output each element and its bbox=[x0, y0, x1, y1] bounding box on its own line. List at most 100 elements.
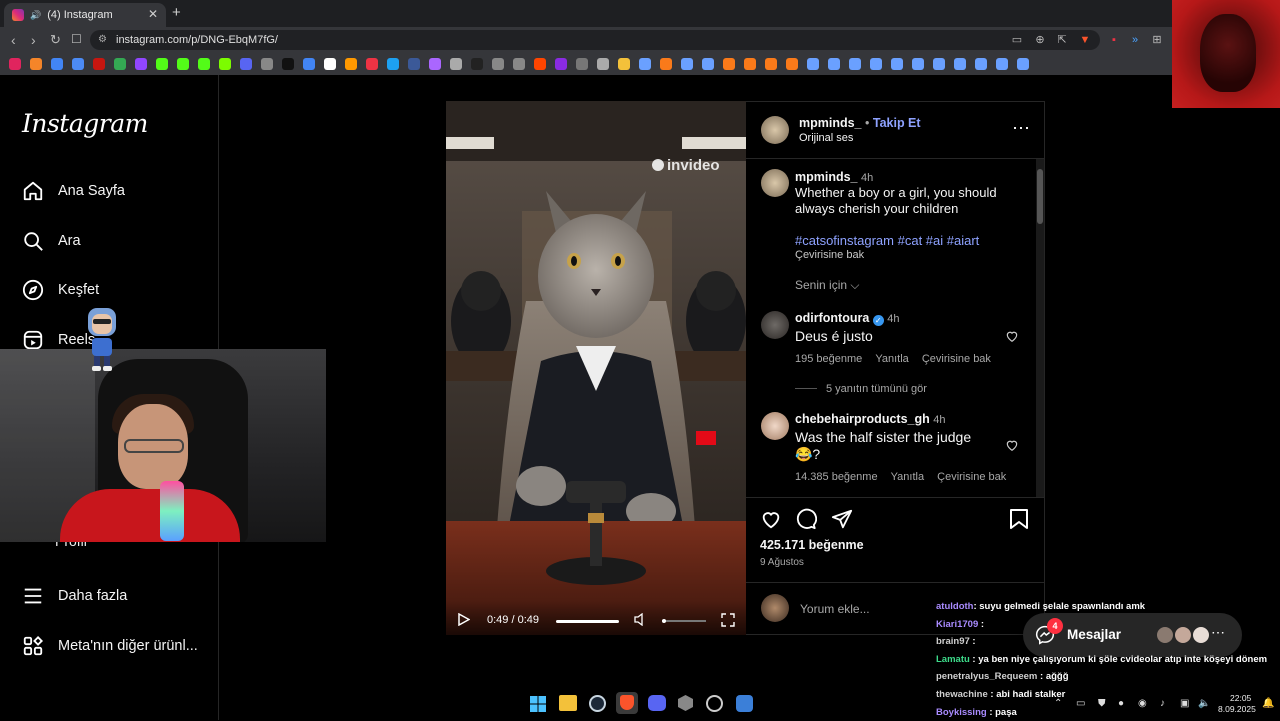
share-icon[interactable]: ⇱ bbox=[1055, 33, 1069, 47]
zoom-icon[interactable]: ⊕ bbox=[1033, 33, 1047, 47]
bookmark-favicon-icon[interactable] bbox=[534, 58, 546, 70]
back-icon[interactable]: ‹ bbox=[11, 32, 16, 48]
bookmark-favicon-icon[interactable] bbox=[681, 58, 693, 70]
comment-translate[interactable]: Çevirisine bak bbox=[937, 471, 1006, 483]
bookmark-favicon-icon[interactable] bbox=[345, 58, 357, 70]
bookmark-favicon-icon[interactable] bbox=[786, 58, 798, 70]
windows-start-icon[interactable] bbox=[530, 696, 546, 712]
comments-scrollbar[interactable] bbox=[1036, 159, 1044, 497]
bookmark-favicon-icon[interactable] bbox=[324, 58, 336, 70]
sort-dropdown[interactable]: Senin için ⌵ bbox=[795, 278, 859, 293]
bookmark-favicon-icon[interactable] bbox=[450, 58, 462, 70]
app-icon[interactable] bbox=[678, 695, 693, 711]
comment-like-icon[interactable] bbox=[1005, 438, 1019, 452]
bookmark-favicon-icon[interactable] bbox=[597, 58, 609, 70]
app2-icon[interactable] bbox=[736, 695, 753, 712]
bookmark-favicon-icon[interactable] bbox=[387, 58, 399, 70]
fullscreen-icon[interactable] bbox=[721, 613, 735, 627]
bookmark-favicon-icon[interactable] bbox=[51, 58, 63, 70]
file-explorer-icon[interactable] bbox=[559, 695, 577, 711]
bookmark-favicon-icon[interactable] bbox=[72, 58, 84, 70]
tray-network-icon[interactable]: ▣ bbox=[1180, 698, 1189, 709]
view-replies-button[interactable]: 5 yanıtın tümünü gör bbox=[826, 383, 927, 395]
bookmark-favicon-icon[interactable] bbox=[639, 58, 651, 70]
cast-icon[interactable]: ▭ bbox=[1010, 33, 1024, 47]
bookmark-favicon-icon[interactable] bbox=[30, 58, 42, 70]
instagram-logo[interactable]: Instagram bbox=[22, 109, 148, 138]
bookmark-favicon-icon[interactable] bbox=[555, 58, 567, 70]
author-username[interactable]: mpminds_ bbox=[799, 116, 862, 130]
forward-icon[interactable]: › bbox=[31, 32, 36, 48]
bookmark-favicon-icon[interactable] bbox=[408, 58, 420, 70]
extensions-icon[interactable]: ⊞ bbox=[1150, 33, 1164, 47]
comment-reply[interactable]: Yanıtla bbox=[891, 471, 924, 483]
bookmark-favicon-icon[interactable] bbox=[1017, 58, 1029, 70]
bookmark-favicon-icon[interactable] bbox=[261, 58, 273, 70]
bookmark-favicon-icon[interactable] bbox=[219, 58, 231, 70]
bookmark-favicon-icon[interactable] bbox=[933, 58, 945, 70]
sidebar-item-home[interactable]: Ana Sayfa bbox=[22, 176, 125, 206]
bookmark-favicon-icon[interactable] bbox=[303, 58, 315, 70]
bookmark-favicon-icon[interactable] bbox=[513, 58, 525, 70]
comment-avatar[interactable] bbox=[761, 412, 789, 440]
bookmark-favicon-icon[interactable] bbox=[240, 58, 252, 70]
comment-likes[interactable]: 14.385 beğenme bbox=[795, 471, 878, 483]
notifications-icon[interactable]: 🔔 bbox=[1262, 698, 1274, 709]
comment-likes[interactable]: 195 beğenme bbox=[795, 353, 862, 365]
bookmark-icon[interactable]: ☐ bbox=[71, 32, 82, 46]
extension-icon[interactable]: ▪ bbox=[1107, 33, 1121, 47]
discord-icon[interactable] bbox=[648, 695, 666, 711]
bookmark-favicon-icon[interactable] bbox=[471, 58, 483, 70]
bookmark-favicon-icon[interactable] bbox=[429, 58, 441, 70]
tray-battery-icon[interactable]: ▭ bbox=[1076, 698, 1085, 709]
bookmark-favicon-icon[interactable] bbox=[996, 58, 1008, 70]
comment-input[interactable]: Yorum ekle... bbox=[800, 602, 870, 616]
caption-avatar[interactable] bbox=[761, 169, 789, 197]
bookmark-favicon-icon[interactable] bbox=[660, 58, 672, 70]
follow-button[interactable]: Takip Et bbox=[873, 116, 921, 130]
tray-mic-icon[interactable]: ♪ bbox=[1160, 698, 1165, 709]
bookmark-favicon-icon[interactable] bbox=[849, 58, 861, 70]
share-icon[interactable] bbox=[831, 508, 853, 530]
bookmark-favicon-icon[interactable] bbox=[9, 58, 21, 70]
sidebar-item-search[interactable]: Ara bbox=[22, 226, 81, 256]
post-video[interactable]: invideo 0:49 / 0:49 bbox=[446, 101, 746, 635]
bookmark-favicon-icon[interactable] bbox=[765, 58, 777, 70]
caption-hashtags[interactable]: #catsofinstagram #cat #ai #aiart bbox=[795, 233, 979, 249]
comment-like-icon[interactable] bbox=[1005, 329, 1019, 343]
sidebar-item-more[interactable]: Daha fazla bbox=[22, 581, 127, 611]
sidebar-item-explore[interactable]: Keşfet bbox=[22, 275, 99, 305]
like-icon[interactable] bbox=[760, 508, 782, 530]
tray-time[interactable]: 22:05 bbox=[1230, 693, 1251, 703]
comment-username[interactable]: odirfontoura bbox=[795, 311, 869, 325]
bookmark-favicon-icon[interactable] bbox=[282, 58, 294, 70]
bookmark-favicon-icon[interactable] bbox=[576, 58, 588, 70]
comment-username[interactable]: chebehairproducts_gh bbox=[795, 412, 930, 426]
bookmark-favicon-icon[interactable] bbox=[954, 58, 966, 70]
bookmark-favicon-icon[interactable] bbox=[828, 58, 840, 70]
save-icon[interactable] bbox=[1009, 508, 1029, 530]
comment-reply[interactable]: Yanıtla bbox=[875, 353, 908, 365]
new-tab-button[interactable]: + bbox=[172, 4, 181, 21]
close-tab-icon[interactable]: ✕ bbox=[148, 7, 158, 21]
video-progress-bar[interactable] bbox=[556, 620, 619, 623]
caption-username[interactable]: mpminds_ bbox=[795, 170, 858, 184]
tray-chevron-icon[interactable]: ⌃ bbox=[1054, 698, 1062, 709]
comment-icon[interactable] bbox=[795, 508, 817, 530]
more-options-icon[interactable]: ⋯ bbox=[1012, 118, 1031, 139]
tray-audio-icon[interactable]: ◉ bbox=[1138, 698, 1147, 709]
bookmark-favicon-icon[interactable] bbox=[177, 58, 189, 70]
bookmark-favicon-icon[interactable] bbox=[891, 58, 903, 70]
brave-active-icon[interactable] bbox=[616, 692, 638, 714]
steam-icon[interactable] bbox=[589, 695, 606, 712]
bookmark-favicon-icon[interactable] bbox=[870, 58, 882, 70]
bookmark-favicon-icon[interactable] bbox=[618, 58, 630, 70]
caption-translate[interactable]: Çevirisine bak bbox=[795, 249, 864, 261]
bookmark-favicon-icon[interactable] bbox=[975, 58, 987, 70]
bookmark-favicon-icon[interactable] bbox=[93, 58, 105, 70]
tray-steam-icon[interactable]: ● bbox=[1118, 698, 1124, 709]
bookmark-favicon-icon[interactable] bbox=[723, 58, 735, 70]
bookmark-favicon-icon[interactable] bbox=[744, 58, 756, 70]
obs-icon[interactable] bbox=[706, 695, 723, 712]
play-icon[interactable] bbox=[458, 613, 470, 626]
